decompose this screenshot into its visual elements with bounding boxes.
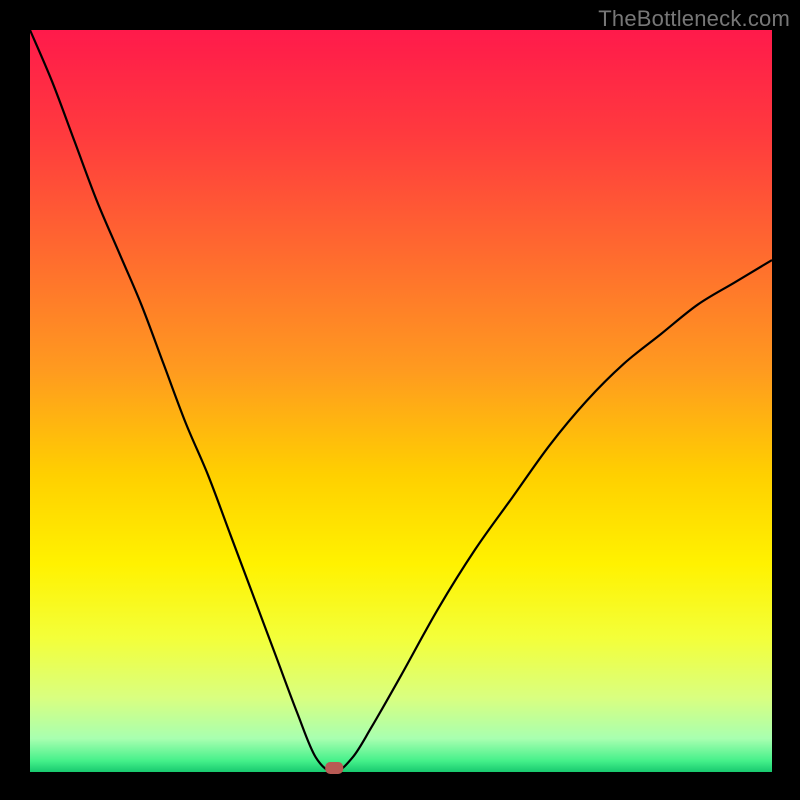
chart-frame: TheBottleneck.com (0, 0, 800, 800)
optimal-marker (325, 762, 343, 774)
plot-area (30, 30, 772, 772)
bottleneck-chart (0, 0, 800, 800)
